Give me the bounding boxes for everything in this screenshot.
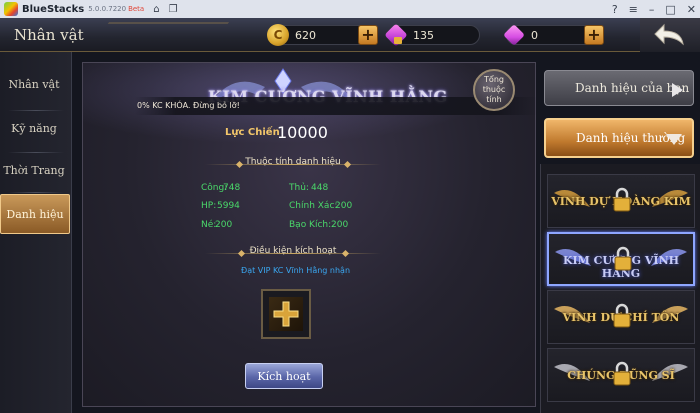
stat-label-thu: Thủ: [289,183,309,193]
title-decoration [90,22,230,48]
left-nav: Nhân vật Kỹ năng Thời Trang Danh hiệu [0,52,72,413]
chevron-right-icon [672,83,683,97]
combat-power-value: 10000 [277,123,328,142]
multi-instance-icon[interactable]: ❐ [169,4,178,15]
gold-coin-icon: C [267,24,289,46]
stat-value-cong: 748 [223,183,241,193]
title-detail-panel: KIM CƯƠNG VĨNH HẰNG 0% KC KHÓA. Đừng bỏ … [82,62,537,407]
stat-value-thu: 448 [311,183,329,193]
diamond-ornament [343,160,352,169]
nav-item-danh-hieu[interactable]: Danh hiệu [0,194,70,234]
stat-value-ne: 200 [215,220,233,230]
nav-label: Danh hiệu [6,207,64,221]
lock-icon [613,361,631,386]
locked-gem-value: 135 [413,29,434,42]
add-gem-button[interactable]: + [584,25,604,45]
nav-label: Kỹ năng [11,121,57,135]
game-top-bar: Nhân vật C 620 + 135 0 + [0,18,700,52]
activate-label: Kích hoạt [257,369,311,383]
home-icon[interactable]: ⌂ [153,4,159,15]
bluestacks-version: 5.0.0.7220 [88,5,127,13]
locked-gem-counter: 135 [384,23,480,47]
bluestacks-title-bar: BlueStacks 5.0.0.7220 Beta ⌂ ❐ ? ≡ – □ ✕ [0,0,700,18]
lock-icon [613,303,631,328]
lock-icon [613,187,631,212]
stat-label-bao-kich: Bạo Kích: [289,220,332,230]
close-icon[interactable]: ✕ [687,3,696,16]
back-arrow-icon [654,23,684,46]
add-gold-button[interactable]: + [358,25,378,45]
bluestacks-beta-tag: Beta [128,5,145,13]
nav-item-nhan-vat[interactable]: Nhân vật [0,64,68,104]
menu-icon[interactable]: ≡ [629,3,638,16]
total-attributes-button[interactable]: Tổng thuộc tính [473,69,515,111]
nav-item-ky-nang[interactable]: Kỹ năng [0,108,68,148]
title-list-panel: Danh hiệu của bạn Danh hiệu thường VINH … [540,70,700,413]
activate-button[interactable]: Kích hoạt [245,363,323,389]
gold-value: 620 [295,29,316,42]
screen-title: Nhân vật [14,26,84,44]
stat-value-bao-kich: 200 [331,220,349,230]
nav-label: Nhân vật [8,77,60,91]
maximize-icon[interactable]: □ [665,3,675,16]
badge-card-vinh-du-hoang-kim[interactable]: VINH DỰ HOÀNG KIM [547,174,695,228]
stat-value-hp: 5994 [217,201,240,211]
gold-cross-icon [273,301,299,327]
gem-value: 0 [531,29,538,42]
gold-counter: C 620 + [267,24,378,46]
badge-card-kim-cuong-vinh-hang[interactable]: KIM CƯƠNG VĨNH HẰNG [547,232,695,286]
nav-item-thoi-trang[interactable]: Thời Trang [0,150,68,190]
lock-icon [614,246,632,271]
nav-divider [8,192,64,193]
chevron-down-icon [666,134,682,145]
attributes-section-title: Thuộc tính danh hiệu [245,157,341,167]
lock-icon [394,37,402,44]
reward-slot[interactable] [261,289,311,339]
badge-card-chung-dung-si[interactable]: CHÚNG DŨNG SĨ [547,348,695,402]
back-button[interactable] [640,18,700,52]
title-list[interactable]: VINH DỰ HOÀNG KIM KIM CƯƠNG VĨNH HẰNG VI… [540,164,700,413]
diamond-ornament [341,249,350,258]
gem-icon [503,24,525,46]
combat-power-label: Lực Chiến [225,127,280,138]
stat-label-hp: HP: [201,201,217,211]
badge-card-vinh-du-chi-ton[interactable]: VINH DỰ CHÍ TÔN [547,290,695,344]
total-attributes-label: Tổng thuộc tính [482,75,506,104]
condition-section-title: Điều kiện kích hoạt [249,246,337,256]
stat-label-chinh-xac: Chính Xác: [289,201,338,211]
regular-titles-button[interactable]: Danh hiệu thường [544,118,694,158]
info-text: 0% KC KHÓA. Đừng bỏ lỡ! [137,101,240,110]
stat-value-chinh-xac: 200 [335,201,353,211]
your-titles-button[interactable]: Danh hiệu của bạn [544,70,694,106]
bluestacks-logo [4,2,18,16]
slot-frame [269,297,303,331]
bluestacks-name: BlueStacks [22,3,85,15]
help-icon[interactable]: ? [612,3,618,16]
nav-label: Thời Trang [3,163,65,177]
gem-counter: 0 + [503,24,604,46]
minimize-icon[interactable]: – [649,3,655,16]
app-root: BlueStacks 5.0.0.7220 Beta ⌂ ❐ ? ≡ – □ ✕… [0,0,700,413]
condition-text: Đạt VIP KC Vĩnh Hằng nhận [241,266,351,275]
